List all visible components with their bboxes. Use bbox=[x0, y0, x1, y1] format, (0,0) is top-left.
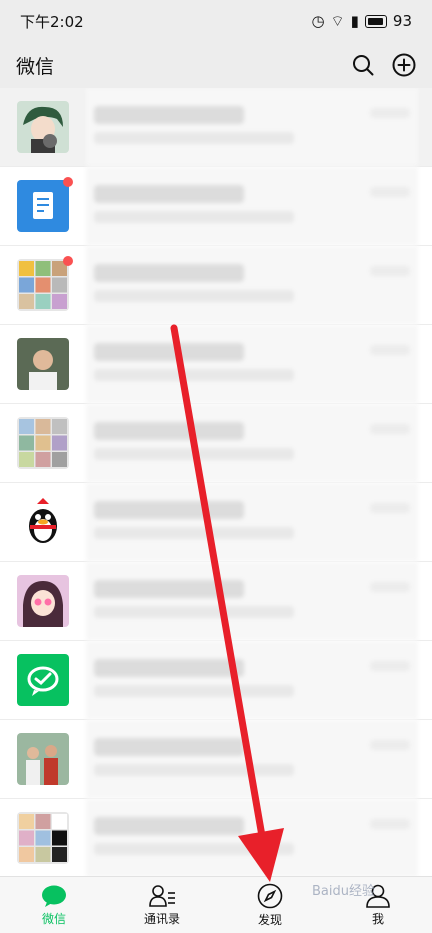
watermark: Baidu经验 bbox=[312, 884, 375, 899]
chat-item[interactable] bbox=[0, 562, 432, 641]
contacts-icon bbox=[149, 884, 175, 907]
chat-list bbox=[0, 88, 432, 876]
top-actions bbox=[352, 53, 416, 77]
person-photo-avatar bbox=[17, 338, 69, 390]
wechat-pay-avatar bbox=[17, 654, 69, 706]
chat-item[interactable] bbox=[0, 404, 432, 483]
blurred-chat-content bbox=[86, 246, 418, 324]
signal-icon: ▮ bbox=[350, 12, 359, 30]
document-icon-avatar bbox=[17, 180, 69, 232]
status-bar: 下午2:02 ◷ ⌔ ▮ 93 bbox=[0, 0, 432, 42]
unread-dot bbox=[63, 256, 73, 266]
chat-item[interactable] bbox=[0, 88, 432, 167]
unread-dot bbox=[63, 177, 73, 187]
chat-item[interactable] bbox=[0, 720, 432, 799]
battery-icon bbox=[364, 14, 387, 28]
blurred-chat-content bbox=[86, 325, 418, 403]
blurred-chat-content bbox=[86, 88, 418, 166]
tab-label: 我 bbox=[371, 911, 384, 926]
compass-icon bbox=[257, 883, 283, 908]
status-time: 下午2:02 bbox=[20, 12, 84, 31]
tab-label: 微信 bbox=[41, 911, 66, 926]
qq-penguin-avatar bbox=[17, 496, 69, 548]
group-grid-avatar bbox=[17, 417, 69, 469]
blurred-chat-content bbox=[86, 404, 418, 482]
blurred-chat-content bbox=[86, 720, 418, 798]
blurred-chat-content bbox=[86, 562, 418, 640]
alarm-icon: ◷ bbox=[311, 12, 325, 30]
chat-item[interactable] bbox=[0, 246, 432, 325]
tab-chats[interactable]: 微信 bbox=[0, 877, 108, 933]
page-title: 微信 bbox=[16, 55, 55, 78]
anime-girl-avatar bbox=[17, 575, 69, 627]
chat-item[interactable] bbox=[0, 167, 432, 246]
group-grid-avatar bbox=[17, 812, 69, 864]
chat-item[interactable] bbox=[0, 325, 432, 404]
tab-contacts[interactable]: 通讯录 bbox=[108, 877, 216, 933]
group-grid-avatar bbox=[17, 259, 69, 311]
status-icons: ◷ ⌔ ▮ 93 bbox=[311, 12, 412, 31]
anime-boy-avatar bbox=[17, 101, 69, 153]
chat-item[interactable] bbox=[0, 641, 432, 720]
tab-label: 通讯录 bbox=[143, 911, 180, 926]
plus-circle-icon[interactable] bbox=[392, 53, 416, 77]
chat-item[interactable] bbox=[0, 483, 432, 562]
chat-bubble-icon bbox=[42, 885, 66, 907]
blurred-chat-content bbox=[86, 483, 418, 561]
tab-discover[interactable]: 发现 bbox=[216, 877, 324, 933]
tab-label: 发现 bbox=[257, 912, 282, 927]
chat-item[interactable] bbox=[0, 799, 432, 876]
blurred-chat-content bbox=[86, 799, 418, 876]
top-bar: 微信 bbox=[0, 42, 432, 88]
wifi-icon: ⌔ bbox=[330, 11, 345, 30]
blurred-chat-content bbox=[86, 641, 418, 719]
search-icon[interactable] bbox=[352, 54, 374, 76]
battery-level: 93 bbox=[392, 12, 412, 30]
blurred-chat-content bbox=[86, 167, 418, 245]
group-photo-avatar bbox=[17, 733, 69, 785]
